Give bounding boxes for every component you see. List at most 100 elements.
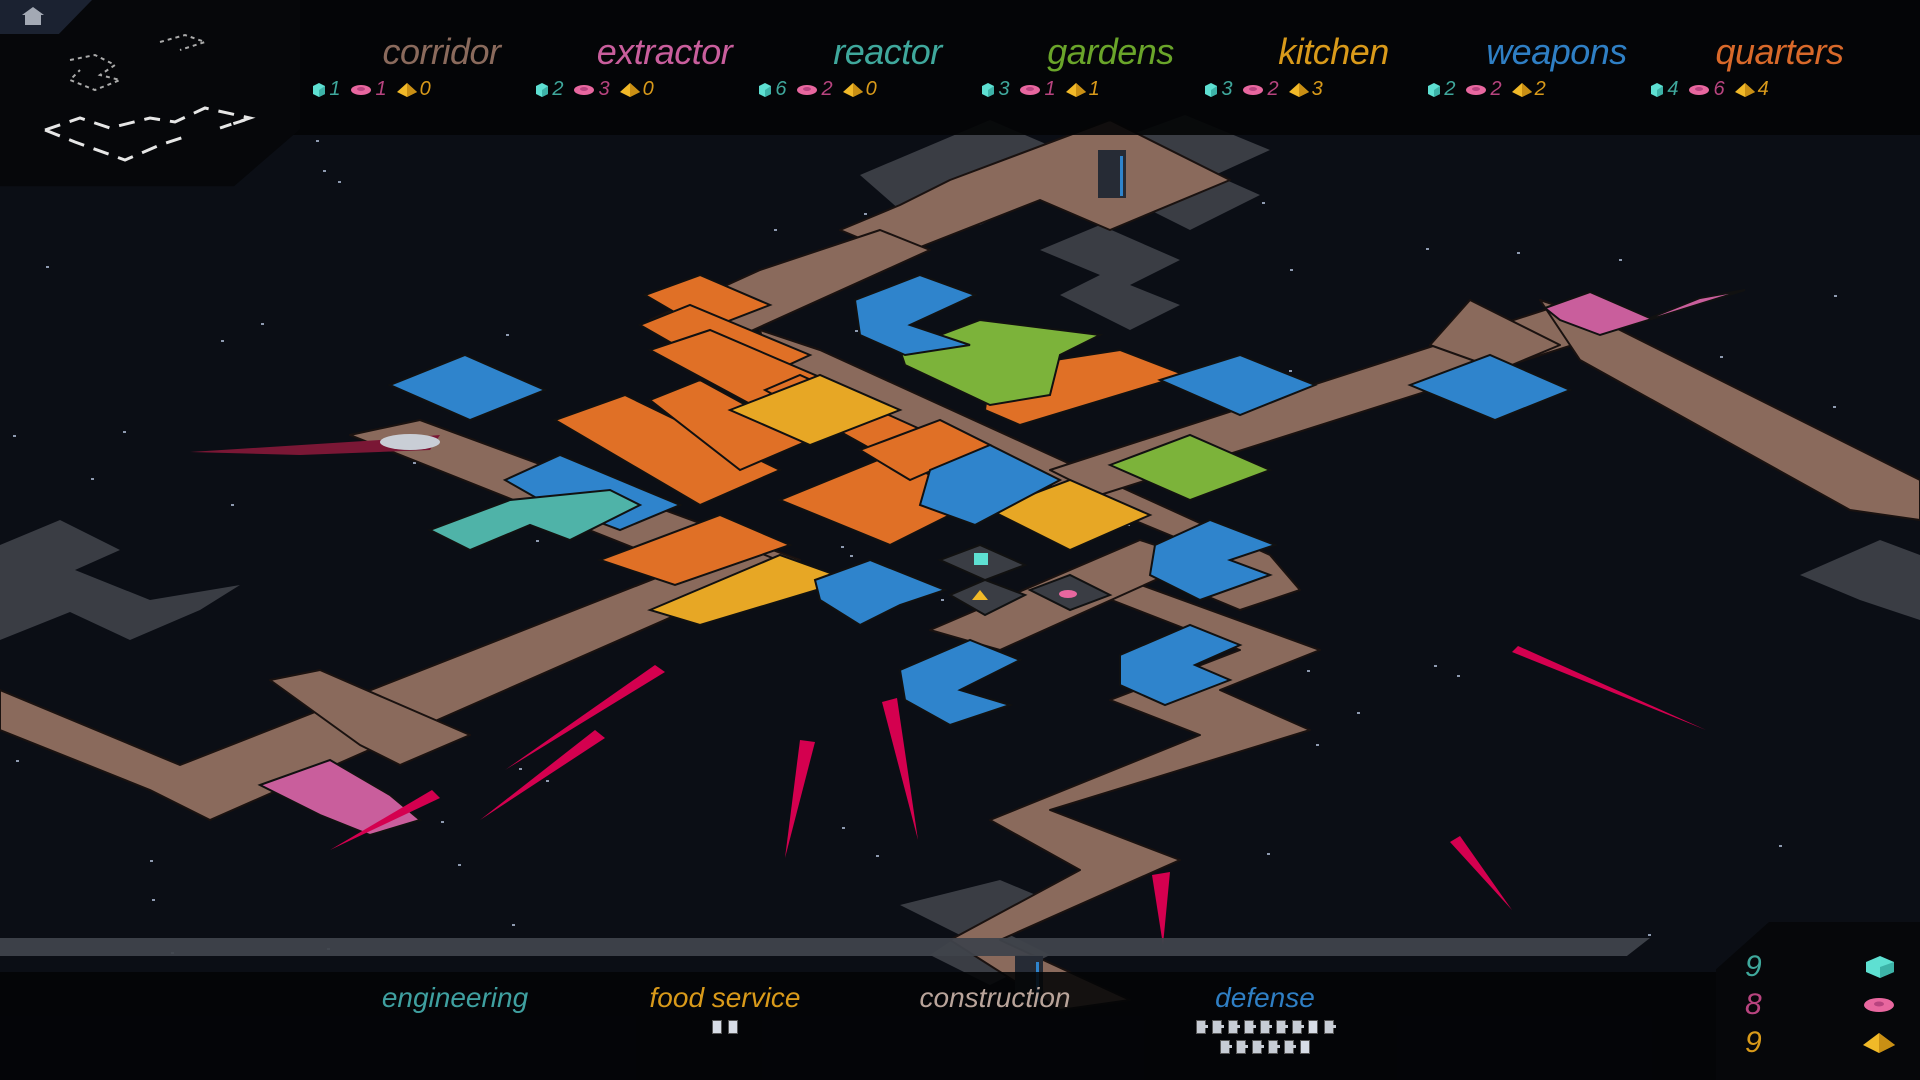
star (536, 540, 539, 542)
category-label: extractor (596, 31, 733, 72)
star (1426, 248, 1429, 250)
department-label: defense (1215, 982, 1315, 1013)
star (123, 431, 126, 433)
star (1517, 252, 1520, 254)
department-units (590, 1020, 860, 1034)
cube-cost: 3 (1204, 78, 1232, 101)
unit-row (1196, 1020, 1336, 1034)
tower-top[interactable] (1098, 150, 1126, 198)
star (316, 140, 319, 142)
star (152, 899, 155, 901)
departments: engineering food service construction defen… (320, 980, 1400, 1054)
pyramid-icon (1863, 1033, 1895, 1053)
resource-cube: 9 (1745, 950, 1895, 984)
star (458, 864, 461, 866)
cube-count: 9 (1745, 950, 1762, 983)
star (842, 827, 845, 829)
crew-unit[interactable] (1308, 1020, 1318, 1034)
crew-unit[interactable] (728, 1020, 738, 1034)
category-label: weapons (1486, 31, 1627, 72)
pyramid-cost: 4 (1734, 78, 1769, 101)
disc-cost: 3 (573, 78, 610, 101)
star (1834, 295, 1837, 297)
category-label: gardens (1047, 31, 1174, 72)
star (876, 855, 879, 857)
star (1262, 202, 1265, 204)
department-label: engineering (381, 982, 529, 1013)
star (1290, 269, 1293, 271)
star (338, 181, 341, 183)
star (91, 478, 94, 480)
crew-unit-assigned[interactable] (1324, 1020, 1336, 1034)
star (855, 330, 858, 332)
crew-unit-assigned[interactable] (1196, 1020, 1208, 1034)
cube-icon (759, 82, 772, 97)
star (413, 462, 416, 464)
crew-unit-assigned[interactable] (1268, 1040, 1280, 1054)
disc-cost: 1 (350, 78, 387, 101)
crew-unit-assigned[interactable] (1252, 1040, 1264, 1054)
crew-unit-assigned[interactable] (1292, 1020, 1304, 1034)
cube-icon (1205, 82, 1218, 97)
star (1434, 665, 1437, 667)
selection-track[interactable] (0, 938, 1650, 956)
cube-icon (536, 82, 549, 97)
station-map[interactable] (0, 0, 1920, 1080)
crew-unit[interactable] (1300, 1040, 1310, 1054)
star (1267, 853, 1270, 855)
star (1720, 356, 1723, 358)
department-units (1130, 1020, 1400, 1054)
star (519, 768, 522, 770)
disc-count: 8 (1745, 988, 1762, 1021)
star (221, 340, 224, 342)
department-food-service[interactable]: food service (590, 980, 860, 1054)
crew-unit-assigned[interactable] (1244, 1020, 1256, 1034)
crew-unit-assigned[interactable] (1228, 1020, 1240, 1034)
star (941, 599, 944, 601)
resource-pyramid: 9 (1745, 1026, 1895, 1060)
cube-cost: 2 (535, 78, 563, 101)
category-label: kitchen (1278, 31, 1389, 72)
disc-icon (1243, 84, 1264, 95)
crew-unit-assigned[interactable] (1284, 1040, 1296, 1054)
star (1779, 845, 1782, 847)
department-label: construction (919, 982, 1071, 1013)
star (231, 504, 234, 506)
star (1619, 259, 1622, 261)
crew-unit[interactable] (712, 1020, 722, 1034)
cube-icon (1428, 82, 1441, 97)
star (506, 334, 509, 336)
star (150, 860, 153, 862)
star (1307, 670, 1310, 672)
department-engineering[interactable]: engineering (320, 980, 590, 1054)
department-defense[interactable]: defense (1130, 980, 1400, 1054)
home-icon (22, 7, 44, 25)
crew-unit-assigned[interactable] (1260, 1020, 1272, 1034)
cube-cost: 4 (1650, 78, 1678, 101)
disc-icon (1020, 84, 1041, 95)
star (1833, 406, 1836, 408)
disc-icon (1689, 84, 1710, 95)
room-categories: corridor 1 1 0 extractor 2 3 0 reactor 6… (313, 30, 1891, 101)
star (864, 213, 867, 215)
disc-icon (1864, 998, 1894, 1012)
star (1648, 934, 1651, 936)
cube-cost: 1 (312, 78, 340, 101)
star (16, 760, 19, 762)
crew-unit-assigned[interactable] (1220, 1040, 1232, 1054)
unit-row (712, 1020, 738, 1034)
cube-icon (1651, 82, 1664, 97)
disc-icon (1466, 84, 1487, 95)
department-construction[interactable]: construction (860, 980, 1130, 1054)
category-quarters[interactable]: quarters 4 6 4 (1651, 30, 1891, 101)
category-label: reactor (833, 31, 942, 72)
cube-resource (974, 553, 988, 565)
star (13, 435, 16, 437)
disc-icon (797, 84, 818, 95)
crew-unit-assigned[interactable] (1276, 1020, 1288, 1034)
crew-unit-assigned[interactable] (1212, 1020, 1224, 1034)
disc-resource (1059, 590, 1077, 598)
star (323, 170, 326, 172)
cube-icon (982, 82, 995, 97)
crew-unit-assigned[interactable] (1236, 1040, 1248, 1054)
